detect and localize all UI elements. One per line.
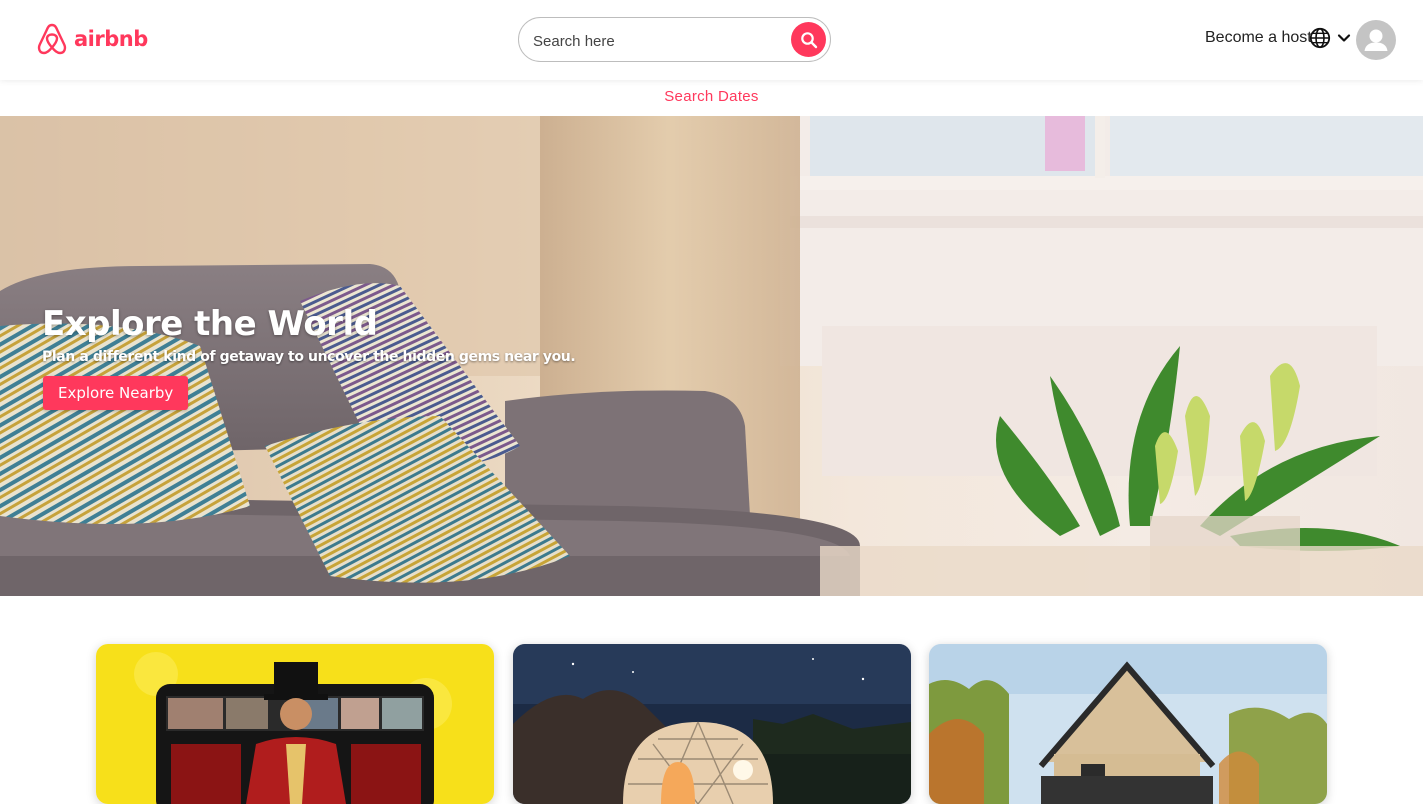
logo-text: airbnb — [74, 27, 148, 51]
card-online-experiences-image — [96, 644, 494, 804]
top-navbar: airbnb Become a host — [0, 0, 1423, 80]
become-host-link[interactable]: Become a host — [1205, 29, 1312, 47]
card-unique-stays[interactable] — [513, 644, 911, 804]
search-icon — [800, 31, 817, 48]
search-input[interactable] — [531, 28, 785, 54]
user-avatar[interactable] — [1356, 20, 1396, 60]
search-dates-link[interactable]: Search Dates — [0, 88, 1423, 105]
user-avatar-icon — [1364, 29, 1388, 51]
globe-icon[interactable] — [1309, 27, 1331, 49]
card-online-experiences[interactable] — [96, 644, 494, 804]
search-button[interactable] — [791, 22, 826, 57]
card-unique-stays-image — [513, 644, 911, 804]
airbnb-belo-icon — [37, 23, 67, 55]
card-entire-homes-image — [929, 644, 1327, 804]
hero-title: Explore the World — [42, 304, 378, 344]
explore-nearby-button[interactable]: Explore Nearby — [43, 376, 189, 410]
hero-banner: Explore the World Plan a different kind … — [0, 116, 1423, 596]
hero-subtitle: Plan a different kind of getaway to unco… — [42, 349, 576, 365]
chevron-down-icon[interactable] — [1336, 30, 1352, 46]
card-entire-homes[interactable] — [929, 644, 1327, 804]
experience-cards — [96, 644, 1328, 804]
airbnb-logo[interactable]: airbnb — [36, 22, 148, 56]
search-bar — [518, 17, 831, 62]
